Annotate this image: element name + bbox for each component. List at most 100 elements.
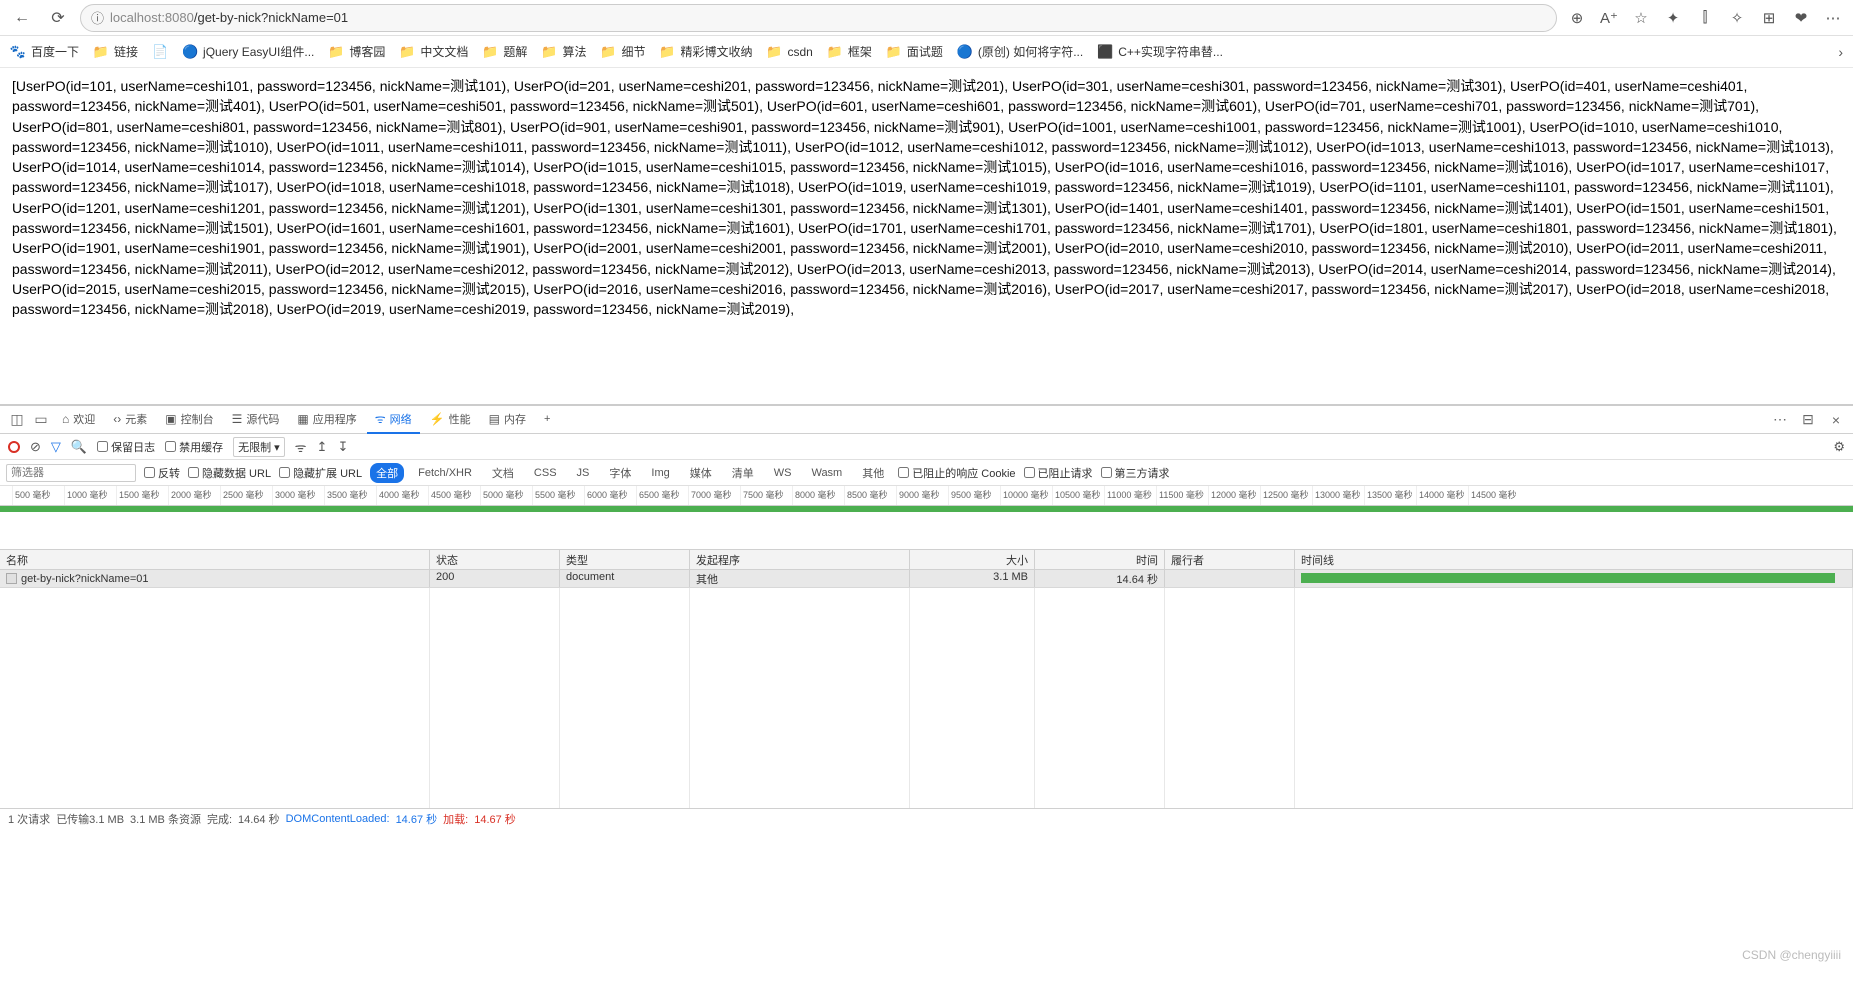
tab-console[interactable]: ▣控制台 xyxy=(157,406,221,434)
devtools-more-icon[interactable]: ⋯ xyxy=(1769,409,1791,431)
type-font[interactable]: 字体 xyxy=(603,463,637,483)
waterfall-bar xyxy=(1301,573,1835,583)
type-img[interactable]: Img xyxy=(645,465,675,481)
timeline-ruler[interactable]: 500 毫秒1000 毫秒1500 毫秒2000 毫秒2500 毫秒3000 毫… xyxy=(0,486,1853,506)
blocked-req-checkbox[interactable]: 已阻止请求 xyxy=(1024,465,1093,481)
read-aloud-icon[interactable]: A⁺ xyxy=(1597,6,1621,30)
col-size[interactable]: 大小 xyxy=(910,550,1035,569)
devtools-panel: ◫ ▭ ⌂欢迎 ‹›元素 ▣控制台 ☰源代码 ▦应用程序 ᯤ网络 ⚡性能 ▤内存… xyxy=(0,404,1853,828)
status-dcl: 14.67 秒 xyxy=(396,811,438,827)
timeline-marker: 11000 毫秒 xyxy=(1104,486,1156,505)
type-manifest[interactable]: 清单 xyxy=(726,463,760,483)
hide-data-checkbox[interactable]: 隐藏数据 URL xyxy=(188,465,271,481)
devtools-close-icon[interactable]: × xyxy=(1825,409,1847,431)
type-media[interactable]: 媒体 xyxy=(684,463,718,483)
type-other[interactable]: 其他 xyxy=(856,463,890,483)
refresh-button[interactable]: ⟳ xyxy=(44,4,72,32)
tab-application[interactable]: ▦应用程序 xyxy=(289,406,364,434)
bookmark-item[interactable]: 📁链接 xyxy=(93,43,138,60)
favorites-icon[interactable]: ✧ xyxy=(1725,6,1749,30)
bookmark-item[interactable]: 📁框架 xyxy=(827,43,872,60)
filter-toggle[interactable]: ▽ xyxy=(51,439,61,455)
type-js[interactable]: JS xyxy=(571,465,596,481)
bookmark-item[interactable]: 🔵jQuery EasyUI组件... xyxy=(182,43,314,60)
back-button[interactable]: ← xyxy=(8,4,36,32)
bookmark-item[interactable]: 📁面试题 xyxy=(886,43,943,60)
tab-welcome[interactable]: ⌂欢迎 xyxy=(54,406,103,434)
clear-button[interactable]: ⊘ xyxy=(30,439,41,455)
timeline-overview[interactable] xyxy=(0,506,1853,550)
throttle-select[interactable]: 无限制 ▾ xyxy=(233,437,285,457)
import-icon[interactable]: ↥ xyxy=(317,439,328,455)
zoom-icon[interactable]: ⊕ xyxy=(1565,6,1589,30)
timeline-marker: 500 毫秒 xyxy=(12,486,64,505)
col-fulfilled[interactable]: 履行者 xyxy=(1165,550,1295,569)
invert-checkbox[interactable]: 反转 xyxy=(144,465,180,481)
bookmark-item[interactable]: 📁题解 xyxy=(482,43,527,60)
col-name[interactable]: 名称 xyxy=(0,550,430,569)
timeline-marker: 5000 毫秒 xyxy=(480,486,532,505)
col-initiator[interactable]: 发起程序 xyxy=(690,550,910,569)
bookmarks-bar: 🐾百度一下📁链接📄🔵jQuery EasyUI组件...📁博客园📁中文文档📁题解… xyxy=(0,36,1853,68)
record-button[interactable] xyxy=(8,441,20,453)
tab-memory[interactable]: ▤内存 xyxy=(481,406,534,434)
timeline-marker: 5500 毫秒 xyxy=(532,486,584,505)
network-row[interactable]: get-by-nick?nickName=01 200 document 其他 … xyxy=(0,570,1853,588)
split-icon[interactable]: ⫿ xyxy=(1693,6,1717,30)
devtools-dock-icon[interactable]: ⊟ xyxy=(1797,409,1819,431)
col-status[interactable]: 状态 xyxy=(430,550,560,569)
tab-performance[interactable]: ⚡性能 xyxy=(422,406,479,434)
performance-icon[interactable]: ❤ xyxy=(1789,6,1813,30)
bookmark-icon: 📁 xyxy=(328,44,344,60)
tab-elements[interactable]: ‹›元素 xyxy=(105,406,155,434)
search-button[interactable]: 🔍 xyxy=(71,439,87,455)
address-bar[interactable]: ⓘ localhost:8080/get-by-nick?nickName=01 xyxy=(80,4,1557,32)
network-conditions-icon[interactable]: ᯤ xyxy=(295,438,307,456)
bookmark-label: 链接 xyxy=(114,43,138,60)
bookmark-icon: 📁 xyxy=(766,44,782,60)
bookmark-item[interactable]: 📄 xyxy=(152,44,168,60)
tab-add[interactable]: + xyxy=(536,406,558,434)
bookmark-item[interactable]: 📁csdn xyxy=(766,44,812,60)
type-css[interactable]: CSS xyxy=(528,465,563,481)
hide-ext-checkbox[interactable]: 隐藏扩展 URL xyxy=(279,465,362,481)
extensions-icon[interactable]: ✦ xyxy=(1661,6,1685,30)
type-ws[interactable]: WS xyxy=(768,465,798,481)
timeline-marker: 14000 毫秒 xyxy=(1416,486,1468,505)
type-wasm[interactable]: Wasm xyxy=(805,465,848,481)
preserve-log-checkbox[interactable]: 保留日志 xyxy=(97,439,155,455)
bookmark-item[interactable]: 📁细节 xyxy=(600,43,645,60)
type-fetch[interactable]: Fetch/XHR xyxy=(412,465,478,481)
col-type[interactable]: 类型 xyxy=(560,550,690,569)
col-time[interactable]: 时间 xyxy=(1035,550,1165,569)
bookmark-item[interactable]: 🔵(原创) 如何将字符... xyxy=(957,43,1083,60)
collections-icon[interactable]: ⊞ xyxy=(1757,6,1781,30)
url-text: localhost:8080/get-by-nick?nickName=01 xyxy=(110,10,1546,25)
bookmark-icon: 🐾 xyxy=(10,44,26,60)
filter-input[interactable] xyxy=(6,464,136,482)
bookmark-item[interactable]: ⬛C++实现字符串替... xyxy=(1097,43,1223,60)
bookmark-item[interactable]: 📁精彩博文收纳 xyxy=(659,43,752,60)
bookmarks-overflow[interactable]: › xyxy=(1838,44,1843,60)
type-all[interactable]: 全部 xyxy=(370,463,404,483)
device-icon[interactable]: ▭ xyxy=(30,409,52,431)
settings-icon[interactable]: ⚙ xyxy=(1833,439,1845,455)
bookmark-item[interactable]: 📁算法 xyxy=(541,43,586,60)
bookmark-item[interactable]: 📁博客园 xyxy=(328,43,385,60)
bookmark-item[interactable]: 🐾 百度一下 xyxy=(10,43,79,60)
tab-network[interactable]: ᯤ网络 xyxy=(367,406,420,434)
col-waterfall[interactable]: 时间线 xyxy=(1295,550,1853,569)
export-icon[interactable]: ↧ xyxy=(337,439,348,455)
bookmark-label: 百度一下 xyxy=(31,43,79,60)
bookmark-label: C++实现字符串替... xyxy=(1118,43,1223,60)
more-icon[interactable]: ⋯ xyxy=(1821,6,1845,30)
disable-cache-checkbox[interactable]: 禁用缓存 xyxy=(165,439,223,455)
tab-sources[interactable]: ☰源代码 xyxy=(224,406,288,434)
third-party-checkbox[interactable]: 第三方请求 xyxy=(1101,465,1170,481)
blocked-cookies-checkbox[interactable]: 已阻止的响应 Cookie xyxy=(898,465,1015,481)
bookmark-item[interactable]: 📁中文文档 xyxy=(399,43,468,60)
bookmark-icon: 📁 xyxy=(659,44,675,60)
type-doc[interactable]: 文档 xyxy=(486,463,520,483)
inspect-icon[interactable]: ◫ xyxy=(6,409,28,431)
star-icon[interactable]: ☆ xyxy=(1629,6,1653,30)
